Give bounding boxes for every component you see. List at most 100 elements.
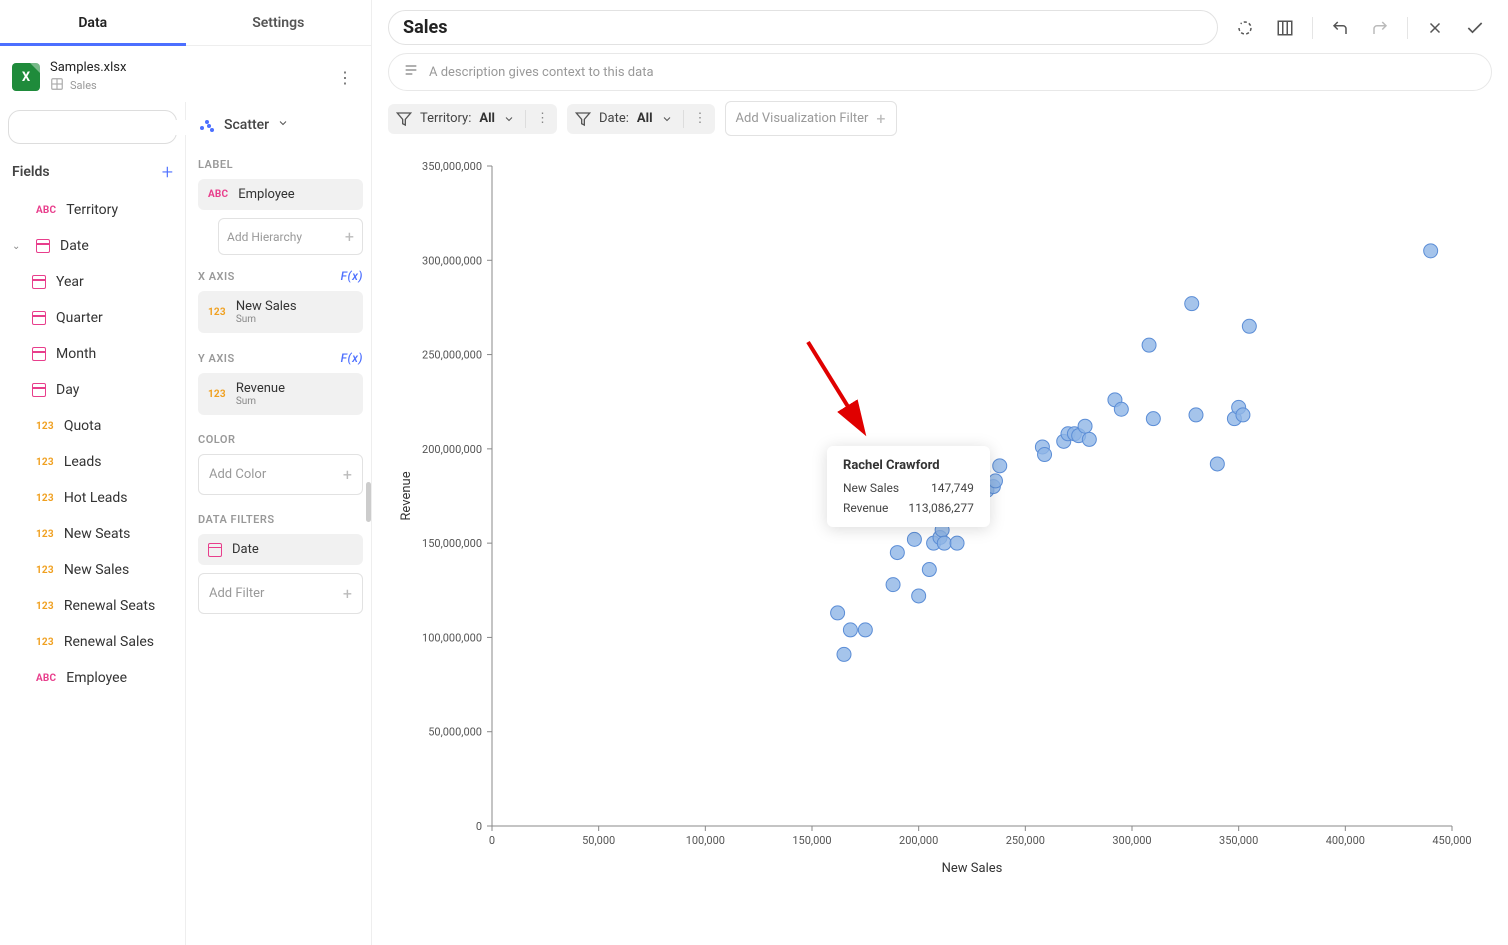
svg-text:450,000: 450,000 xyxy=(1432,834,1471,847)
scatter-point[interactable] xyxy=(858,623,872,637)
add-field-icon[interactable]: + xyxy=(162,160,173,184)
tooltip-row-val: 113,086,277 xyxy=(908,501,973,515)
scatter-point[interactable] xyxy=(1185,297,1199,311)
field-item-employee[interactable]: ABCEmployee xyxy=(0,660,185,696)
field-item-territory[interactable]: ABCTerritory xyxy=(0,192,185,228)
tab-settings[interactable]: Settings xyxy=(186,0,372,45)
scatter-point[interactable] xyxy=(993,459,1007,473)
datafilter-chip-text: Date xyxy=(232,542,259,557)
add-datafilter-placeholder[interactable]: Add Filter + xyxy=(198,573,363,614)
chevron-down-icon xyxy=(277,117,289,133)
undo-icon[interactable] xyxy=(1323,11,1357,45)
excel-icon: X xyxy=(12,63,40,91)
tooltip-title: Rachel Crawford xyxy=(843,458,974,473)
field-item-year[interactable]: Year xyxy=(0,264,185,300)
chart-area[interactable]: 050,000,000100,000,000150,000,000200,000… xyxy=(382,156,1478,935)
fields-search[interactable] xyxy=(8,110,177,144)
scatter-point[interactable] xyxy=(1082,432,1096,446)
redo-icon[interactable] xyxy=(1363,11,1397,45)
field-item-quarter[interactable]: Quarter xyxy=(0,300,185,336)
viz-title-input[interactable]: Sales xyxy=(388,10,1218,45)
svg-text:300,000: 300,000 xyxy=(1112,834,1151,847)
field-item-leads[interactable]: 123Leads xyxy=(0,444,185,480)
datafilter-chip-date[interactable]: Date xyxy=(198,534,363,565)
refresh-icon[interactable] xyxy=(1228,11,1262,45)
grid-icon[interactable] xyxy=(1268,11,1302,45)
scatter-point[interactable] xyxy=(1189,408,1203,422)
yaxis-chip-text: Revenue xyxy=(236,381,285,396)
scatter-point[interactable] xyxy=(1038,448,1052,462)
label-chip-text: Employee xyxy=(238,187,294,202)
field-item-renewal-seats[interactable]: 123Renewal Seats xyxy=(0,588,185,624)
xaxis-chip-newsales[interactable]: 123 New Sales Sum xyxy=(198,291,363,333)
plus-icon: + xyxy=(343,584,352,603)
svg-text:150,000: 150,000 xyxy=(792,834,831,847)
scatter-point[interactable] xyxy=(1078,419,1092,433)
left-tabs: Data Settings xyxy=(0,0,371,46)
scatter-point[interactable] xyxy=(912,589,926,603)
filter-chip-value: All xyxy=(479,111,495,126)
scatter-point[interactable] xyxy=(1236,408,1250,422)
field-item-day[interactable]: Day xyxy=(0,372,185,408)
field-item-new-sales[interactable]: 123New Sales xyxy=(0,552,185,588)
svg-text:400,000: 400,000 xyxy=(1326,834,1365,847)
svg-text:200,000: 200,000 xyxy=(899,834,938,847)
svg-text:250,000: 250,000 xyxy=(1006,834,1045,847)
abc-icon: ABC xyxy=(208,189,228,200)
field-item-date[interactable]: ⌄Date xyxy=(0,228,185,264)
scatter-point[interactable] xyxy=(1242,319,1256,333)
field-item-renewal-sales[interactable]: 123Renewal Sales xyxy=(0,624,185,660)
section-label-label: LABEL xyxy=(198,148,363,179)
scatter-point[interactable] xyxy=(886,578,900,592)
scatter-point[interactable] xyxy=(843,623,857,637)
add-hierarchy-button[interactable]: Add Hierarchy + xyxy=(218,218,363,255)
scatter-point[interactable] xyxy=(988,474,1002,488)
section-label-color: COLOR xyxy=(198,423,363,454)
label-chip-employee[interactable]: ABC Employee xyxy=(198,179,363,210)
add-viz-filter-button[interactable]: Add Visualization Filter + xyxy=(725,101,897,136)
datasource-menu-icon[interactable]: ⋮ xyxy=(331,62,359,93)
left-panel: Data Settings X Samples.xlsx Sales ⋮ xyxy=(0,0,372,945)
confirm-icon[interactable] xyxy=(1458,11,1492,45)
fields-search-input[interactable] xyxy=(25,120,191,135)
svg-text:150,000,000: 150,000,000 xyxy=(422,537,482,550)
scatter-point[interactable] xyxy=(1114,402,1128,416)
filter-chip-menu-icon[interactable]: ⋮ xyxy=(694,111,707,126)
num-icon: 123 xyxy=(208,307,226,318)
scatter-point[interactable] xyxy=(1210,457,1224,471)
filter-chip-menu-icon[interactable]: ⋮ xyxy=(536,111,549,126)
scatter-point[interactable] xyxy=(837,647,851,661)
scatter-point[interactable] xyxy=(1142,338,1156,352)
scatter-point[interactable] xyxy=(950,536,964,550)
chart-type-selector[interactable]: Scatter xyxy=(198,112,363,148)
fields-header-label: Fields xyxy=(12,164,50,180)
filter-chip-date[interactable]: Date: All ⋮ xyxy=(567,104,715,134)
scrollbar-thumb[interactable] xyxy=(366,482,371,522)
field-item-hot-leads[interactable]: 123Hot Leads xyxy=(0,480,185,516)
scatter-point[interactable] xyxy=(831,606,845,620)
title-bar: Sales xyxy=(372,0,1508,47)
add-color-placeholder[interactable]: Add Color + xyxy=(198,454,363,495)
section-label-yaxis: Y AXIS F(x) xyxy=(198,341,363,373)
scatter-point[interactable] xyxy=(890,546,904,560)
fx-button-x[interactable]: F(x) xyxy=(341,269,363,283)
fx-button-y[interactable]: F(x) xyxy=(341,351,363,365)
scatter-point[interactable] xyxy=(922,563,936,577)
num-icon: 123 xyxy=(208,389,226,400)
description-input[interactable]: A description gives context to this data xyxy=(388,53,1492,91)
filter-chip-territory[interactable]: Territory: All ⋮ xyxy=(388,104,557,134)
scatter-point[interactable] xyxy=(907,532,921,546)
toolbar-divider xyxy=(1312,17,1313,39)
field-item-month[interactable]: Month xyxy=(0,336,185,372)
add-datafilter-label: Add Filter xyxy=(209,586,264,601)
field-item-quota[interactable]: 123Quota xyxy=(0,408,185,444)
scatter-point[interactable] xyxy=(937,536,951,550)
tab-data[interactable]: Data xyxy=(0,0,186,45)
field-item-new-seats[interactable]: 123New Seats xyxy=(0,516,185,552)
yaxis-chip-revenue[interactable]: 123 Revenue Sum xyxy=(198,373,363,415)
svg-text:250,000,000: 250,000,000 xyxy=(422,349,482,362)
sheet-icon xyxy=(50,77,64,94)
scatter-point[interactable] xyxy=(1424,244,1438,258)
close-icon[interactable] xyxy=(1418,11,1452,45)
scatter-point[interactable] xyxy=(1146,412,1160,426)
